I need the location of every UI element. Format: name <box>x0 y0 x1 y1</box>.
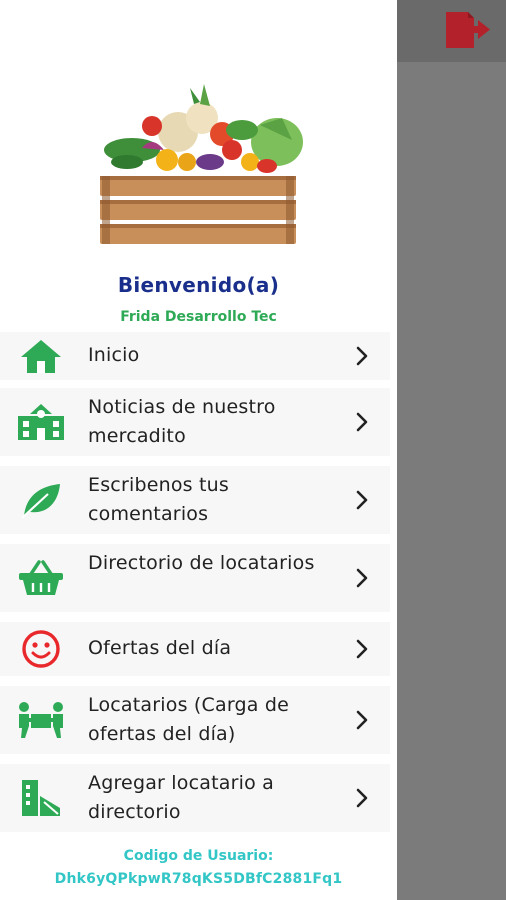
chevron-right-icon <box>352 344 372 368</box>
menu-item-label: Escribenos tus comentarios <box>88 474 229 525</box>
chevron-right-icon <box>352 488 372 512</box>
menu-item-label: Directorio de locatarios <box>88 552 315 574</box>
people-carrying-box-icon <box>16 700 66 740</box>
menu-item-inicio[interactable]: Inicio <box>0 332 390 380</box>
chevron-right-icon <box>352 786 372 810</box>
welcome-title: Bienvenido(a) <box>117 273 280 297</box>
menu-item-label: Agregar locatario a directorio <box>88 772 274 823</box>
chevron-right-icon <box>352 410 372 434</box>
home-icon <box>16 336 66 376</box>
user-name: Frida Desarrollo Tec <box>120 309 277 325</box>
menu-item-label: Noticias de nuestro mercadito <box>88 396 276 447</box>
drawer-header: Bienvenido(a) Frida Desarrollo Tec <box>0 0 397 330</box>
menu-item-agregar-locatario[interactable]: Agregar locatario a directorio <box>0 764 390 832</box>
leaf-icon <box>16 480 66 520</box>
chevron-right-icon <box>352 637 372 661</box>
menu-item-label: Locatarios (Carga de ofertas del día) <box>88 694 290 745</box>
menu-item-directorio[interactable]: Directorio de locatarios <box>0 544 390 612</box>
menu-item-ofertas[interactable]: Ofertas del día <box>0 622 390 676</box>
smiley-icon <box>16 629 66 669</box>
menu-item-comentarios[interactable]: Escribenos tus comentarios <box>0 466 390 534</box>
chevron-right-icon <box>352 566 372 590</box>
vegetable-crate-logo <box>100 84 303 244</box>
menu-item-carga-ofertas[interactable]: Locatarios (Carga de ofertas del día) <box>0 686 390 754</box>
chevron-right-icon <box>352 708 372 732</box>
menu-item-label: Ofertas del día <box>88 637 232 659</box>
logout-button[interactable] <box>438 6 496 54</box>
menu-item-label: Inicio <box>88 344 140 366</box>
menu-item-noticias[interactable]: Noticias de nuestro mercadito <box>0 388 390 456</box>
user-code-title: Codigo de Usuario: <box>123 848 274 864</box>
building-icon <box>16 778 66 818</box>
navigation-drawer: Bienvenido(a) Frida Desarrollo Tec Inici… <box>0 0 397 900</box>
logout-icon <box>446 12 490 48</box>
user-code-value: Dhk6yQPkpwR78qKS5DBfC2881Fq1 <box>54 871 343 887</box>
school-building-icon <box>16 402 66 442</box>
basket-icon <box>16 558 66 598</box>
